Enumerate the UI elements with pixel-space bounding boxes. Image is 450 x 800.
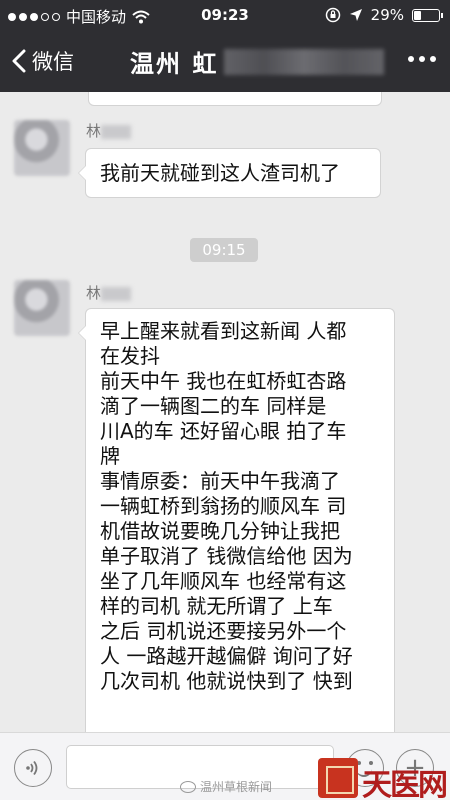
more-dots-icon[interactable]	[408, 56, 436, 62]
battery-percent: 29%	[370, 6, 404, 24]
voice-wave-icon	[26, 760, 38, 776]
chevron-left-icon	[12, 49, 26, 73]
message-bubble[interactable]: 我前天就碰到这人渣司机了	[78, 148, 381, 198]
seal-logo	[318, 758, 358, 798]
sender-name: 林	[86, 282, 132, 303]
chat-title-text: 温州 虹	[130, 50, 219, 78]
message-line: 坐了几年顺风车 也经常有这	[100, 569, 347, 593]
status-right: 29%	[325, 6, 443, 24]
avatar[interactable]	[14, 120, 70, 176]
source-watermark: 温州草根新闻	[180, 778, 272, 795]
weibo-icon	[180, 780, 196, 793]
voice-icon[interactable]	[14, 749, 52, 787]
title-redaction	[224, 48, 385, 75]
avatar[interactable]	[14, 280, 70, 336]
message-line: 之后 司机说还要接另外一个	[100, 619, 347, 643]
message-line: 单子取消了 钱微信给他 因为	[100, 544, 353, 568]
message-line: 一辆虹桥到翁扬的顺风车 司	[100, 494, 347, 518]
message-line: 在发抖	[100, 344, 160, 368]
message-text: 我前天就碰到这人渣司机了	[100, 161, 340, 185]
timestamp: 09:15	[190, 238, 258, 262]
message-line: 滴了一辆图二的车 同样是	[100, 394, 327, 418]
back-label: 微信	[32, 50, 74, 74]
previous-message-bubble	[88, 92, 382, 106]
status-bar: 中国移动 09:23 29%	[0, 0, 450, 30]
back-button[interactable]: 微信	[12, 46, 74, 76]
message-line: 川A的车 还好留心眼 拍了车	[100, 419, 347, 443]
chat-title: 温州 虹	[130, 44, 385, 79]
battery-icon	[412, 8, 443, 22]
message-line: 几次司机 他就说快到了 快到	[100, 669, 353, 693]
message-line: 牌	[100, 444, 120, 468]
message-line: 前天中午 我也在虹桥虹杏路	[100, 369, 347, 393]
message-line: 机借故说要晚几分钟让我把	[100, 519, 340, 543]
message-bubble[interactable]: 早上醒来就看到这新闻 人都 在发抖 前天中午 我也在虹桥虹杏路 滴了一辆图二的车…	[78, 308, 395, 732]
message-line: 事情原委：前天中午我滴了	[100, 469, 340, 493]
sender-name: 林	[86, 120, 132, 141]
message-line: 早上醒来就看到这新闻 人都	[100, 319, 347, 343]
message-line: 人 一路越开越偏僻 询问了好	[100, 644, 353, 668]
nav-bar: 微信 温州 虹	[0, 30, 450, 92]
brand-watermark: 天医网	[362, 768, 448, 800]
location-icon	[349, 9, 362, 21]
rotation-lock-icon	[325, 7, 340, 23]
message-line: 样的司机 就无所谓了 上车	[100, 594, 333, 618]
chat-area[interactable]: 林 我前天就碰到这人渣司机了 09:15 林 早上醒来就看到这新闻 人都 在发抖…	[0, 92, 450, 732]
